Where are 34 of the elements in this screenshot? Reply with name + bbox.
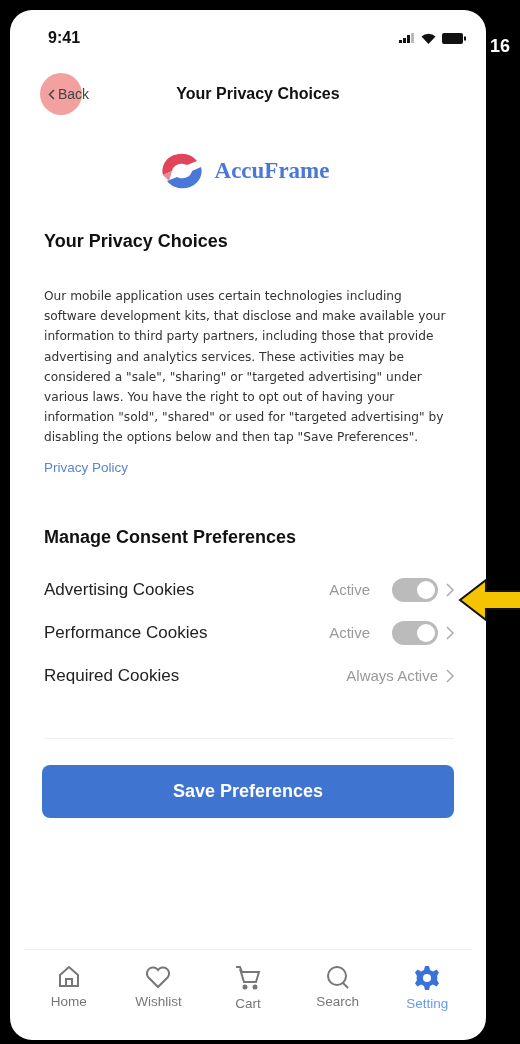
tab-item[interactable]: Home: [28, 964, 109, 1026]
status-time: 9:41: [48, 29, 81, 47]
logo-text: AccuFrame: [214, 158, 330, 184]
section-heading: Manage Consent Preferences: [44, 526, 298, 548]
search-icon: [324, 964, 351, 990]
section-heading: Your Privacy Choices: [44, 231, 229, 252]
consent-status: Active: [329, 624, 370, 642]
consent-label: Advertising Cookies: [44, 579, 195, 600]
wifi-icon: [421, 32, 436, 44]
consent-status: Active: [329, 581, 370, 599]
signal-icon: [399, 33, 415, 43]
consent-label: Required Cookies: [44, 665, 180, 686]
back-button[interactable]: Back: [48, 86, 90, 102]
chevron-icon[interactable]: [446, 625, 454, 640]
consent-label: Performance Cookies: [44, 622, 208, 643]
tab-item[interactable]: Wishlist: [118, 964, 199, 1026]
tab-item[interactable]: Setting: [387, 964, 468, 1026]
save-preferences-button[interactable]: Save Preferences: [42, 764, 454, 818]
toggle-switch[interactable]: [392, 577, 438, 602]
tab-item[interactable]: Cart: [208, 964, 288, 1026]
tab-item[interactable]: Search: [297, 964, 378, 1026]
privacy-policy-link[interactable]: Privacy Policy: [44, 459, 129, 475]
back-chevron-icon: [48, 88, 55, 100]
cart-icon: [234, 964, 262, 992]
chevron-icon[interactable]: [446, 668, 454, 683]
toggle-switch[interactable]: [392, 620, 438, 645]
chevron-icon[interactable]: [446, 582, 454, 597]
battery-icon: [442, 32, 466, 44]
heart-icon: [144, 964, 173, 990]
settings-icon: [413, 964, 442, 992]
page-title: Your Privacy Choices: [175, 85, 340, 103]
privacy-notice-text: Our mobile application uses certain technologies including software development kits, that disclose and make available your information to third party partners, including those that provide advertising and analytics services. These activities may be considered a "sale", "sharing" or "targeted advertising" under various laws. You have the right to opt out of having your information "sold", "shared" or used for "targeted advertising" by disabling the options below and then tap "Save Preferences".: [44, 288, 447, 447]
page-number: 16: [490, 36, 511, 57]
consent-status: Always Active: [346, 667, 438, 685]
